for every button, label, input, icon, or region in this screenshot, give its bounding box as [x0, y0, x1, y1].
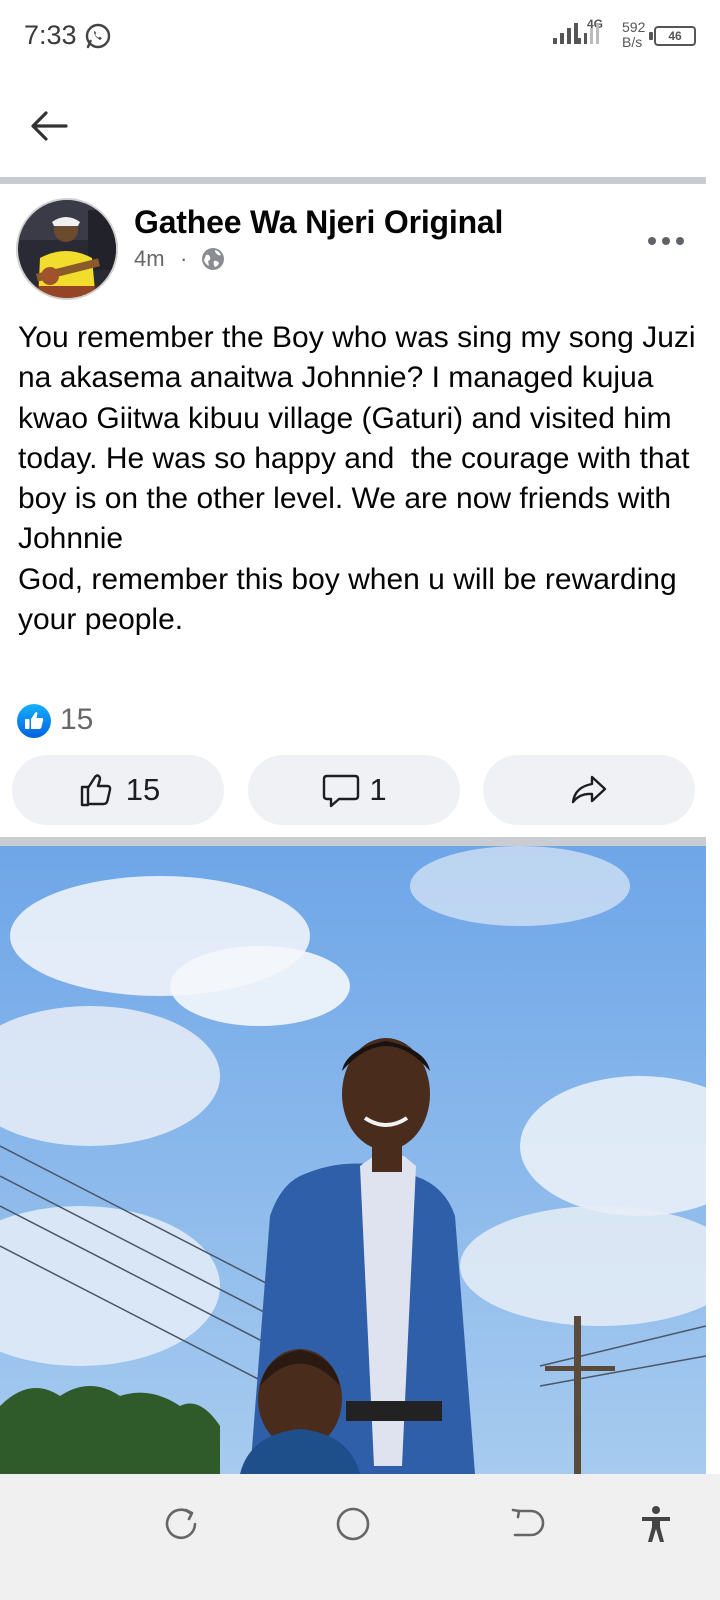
signal-icon: [578, 23, 599, 44]
globe-icon: [202, 248, 224, 270]
share-button[interactable]: [483, 755, 695, 825]
battery-icon: 46: [654, 26, 696, 46]
separator-dot: ·: [180, 246, 188, 271]
post-photo-image: [0, 846, 706, 1474]
comment-count: 1: [369, 772, 387, 807]
app-bar: [0, 72, 720, 176]
status-time: 7:33: [24, 20, 77, 50]
back-arrow-icon[interactable]: [26, 102, 74, 150]
back-icon[interactable]: [505, 1504, 545, 1544]
reaction-count[interactable]: 15: [60, 703, 93, 737]
status-bar: 7:33 4G 592 B/s 46: [0, 0, 720, 72]
signal-icon: [553, 23, 578, 44]
section-divider: [0, 837, 706, 846]
whatsapp-icon: [85, 23, 111, 49]
comment-icon: [323, 774, 360, 808]
share-icon: [571, 775, 607, 804]
thumbs-up-icon: [80, 774, 112, 807]
section-divider: [0, 177, 706, 184]
post-time[interactable]: 4m: [134, 246, 165, 272]
like-count: 15: [125, 772, 161, 807]
avatar[interactable]: [16, 198, 118, 300]
rotate-icon[interactable]: [162, 1504, 202, 1544]
system-nav-bar: [0, 1474, 720, 1600]
like-button[interactable]: 15: [12, 755, 224, 825]
like-reaction-icon[interactable]: [16, 703, 52, 739]
network-speed: 592 B/s: [622, 19, 646, 50]
more-options-icon[interactable]: [644, 226, 690, 256]
comment-button[interactable]: 1: [248, 755, 460, 825]
author-name[interactable]: Gathee Wa Njeri Original: [134, 204, 503, 241]
accessibility-icon[interactable]: [636, 1504, 676, 1544]
post-text: You remember the Boy who was sing my son…: [18, 321, 696, 637]
post-photo[interactable]: [0, 846, 706, 1474]
avatar-photo: [18, 200, 116, 298]
battery-tip: [649, 32, 653, 40]
home-circle-icon[interactable]: [333, 1504, 373, 1544]
